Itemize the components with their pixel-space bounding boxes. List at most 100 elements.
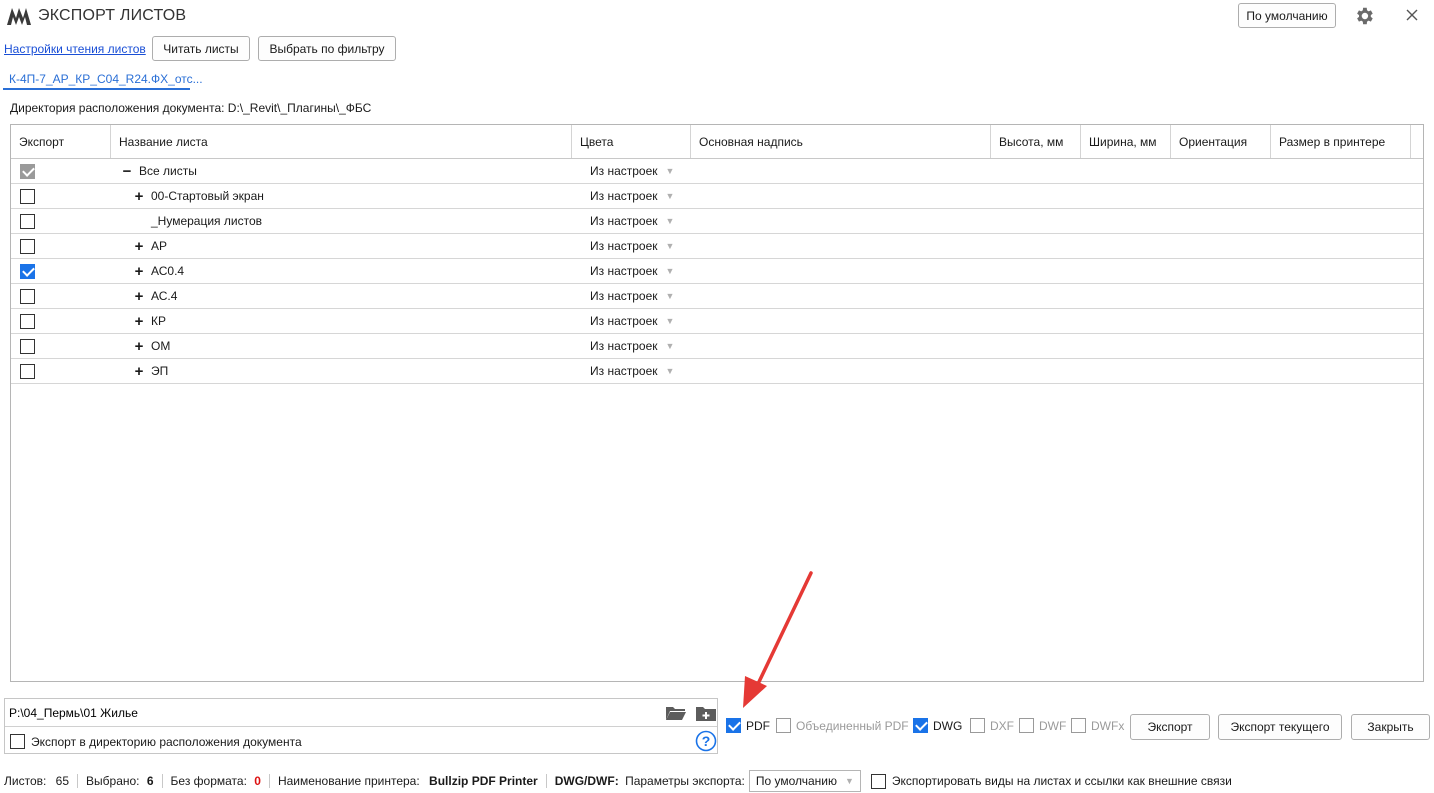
format-dxf-option[interactable]: DXF	[970, 718, 1014, 733]
row-sheet-name: ЭП	[151, 364, 169, 378]
column-header-printer-size[interactable]: Размер в принтере	[1271, 125, 1411, 158]
no-format-label: Без формата:	[170, 774, 247, 788]
app-logo-icon	[7, 8, 31, 25]
expand-icon[interactable]: +	[133, 263, 145, 280]
row-name-cell: _Нумерация листов	[133, 209, 262, 233]
table-row[interactable]: + ОМ Из настроек ▼	[11, 334, 1423, 359]
row-color-value: Из настроек	[590, 239, 658, 253]
row-color-select[interactable]: Из настроек ▼	[590, 234, 674, 258]
row-color-select[interactable]: Из настроек ▼	[590, 184, 674, 208]
export-path-input[interactable]	[7, 703, 657, 723]
default-settings-button[interactable]: По умолчанию	[1238, 3, 1336, 28]
row-export-checkbox[interactable]	[20, 263, 35, 279]
format-dwf-option[interactable]: DWF	[1019, 718, 1066, 733]
format-merged-pdf-label: Объединенный PDF	[796, 718, 909, 733]
expand-icon[interactable]: +	[133, 238, 145, 255]
folder-open-icon[interactable]	[665, 705, 687, 721]
external-links-option[interactable]: Экспортировать виды на листах и ссылки к…	[870, 773, 1232, 789]
column-header-height[interactable]: Высота, мм	[991, 125, 1081, 158]
table-row[interactable]: +00-Стартовый экран Из настроек ▼	[11, 184, 1423, 209]
row-color-select[interactable]: Из настроек ▼	[590, 209, 674, 233]
export-current-button[interactable]: Экспорт текущего	[1218, 714, 1342, 740]
expand-icon[interactable]: +	[133, 363, 145, 380]
format-dwg-label: DWG	[933, 718, 963, 733]
format-dwg-option[interactable]: DWG	[913, 718, 962, 733]
external-links-label: Экспортировать виды на листах и ссылки к…	[891, 774, 1232, 788]
row-color-value: Из настроек	[590, 314, 658, 328]
read-sheets-button[interactable]: Читать листы	[152, 36, 250, 61]
row-export-checkbox[interactable]	[20, 313, 35, 329]
sheets-count-label: Листов:	[4, 774, 47, 788]
row-export-checkbox[interactable]	[20, 213, 35, 229]
row-export-checkbox[interactable]	[20, 238, 35, 254]
column-header-orientation[interactable]: Ориентация	[1171, 125, 1271, 158]
row-export-cell	[20, 234, 35, 258]
row-color-select[interactable]: Из настроек ▼	[590, 159, 674, 183]
format-dxf-checkbox[interactable]	[970, 718, 985, 733]
row-color-select[interactable]: Из настроек ▼	[590, 359, 674, 383]
folder-add-icon[interactable]	[695, 704, 717, 722]
format-dwfx-option[interactable]: DWFx	[1071, 718, 1124, 733]
table-row[interactable]: − Все листы Из настроек ▼	[11, 159, 1423, 184]
row-color-select[interactable]: Из настроек ▼	[590, 309, 674, 333]
row-export-cell	[20, 209, 35, 233]
format-pdf-option[interactable]: PDF	[726, 718, 770, 733]
grid-header: Экспорт Название листа Цвета Основная на…	[11, 125, 1423, 159]
row-export-cell	[20, 359, 35, 383]
chevron-down-icon: ▼	[665, 241, 675, 251]
row-export-checkbox[interactable]	[20, 363, 35, 379]
column-header-width[interactable]: Ширина, мм	[1081, 125, 1171, 158]
row-export-checkbox[interactable]	[20, 163, 35, 179]
chevron-down-icon: ▼	[665, 191, 675, 201]
tab-document[interactable]: К-4П-7_АР_КР_С04_R24.ФХ_отс...	[3, 68, 203, 90]
row-color-value: Из настроек	[590, 164, 658, 178]
row-export-checkbox[interactable]	[20, 188, 35, 204]
format-merged-pdf-option[interactable]: Объединенный PDF	[776, 718, 909, 733]
row-sheet-name: ОМ	[151, 339, 171, 353]
read-settings-link[interactable]: Настройки чтения листов	[4, 42, 146, 56]
table-row[interactable]: _Нумерация листов Из настроек ▼	[11, 209, 1423, 234]
row-color-select[interactable]: Из настроек ▼	[590, 259, 674, 283]
column-header-sheet-name[interactable]: Название листа	[111, 125, 572, 158]
table-row[interactable]: + КР Из настроек ▼	[11, 309, 1423, 334]
column-header-colors[interactable]: Цвета	[572, 125, 691, 158]
expand-icon[interactable]: +	[133, 288, 145, 305]
dwg-dwf-label: DWG/DWF:	[554, 774, 619, 788]
format-dwfx-checkbox[interactable]	[1071, 718, 1086, 733]
expand-icon[interactable]: +	[133, 188, 145, 205]
export-params-select[interactable]: По умолчанию ▼	[748, 770, 861, 792]
collapse-icon[interactable]: −	[121, 163, 133, 180]
format-pdf-checkbox[interactable]	[726, 718, 741, 733]
table-row[interactable]: + ЭП Из настроек ▼	[11, 359, 1423, 384]
format-dwg-checkbox[interactable]	[913, 718, 928, 733]
row-color-value: Из настроек	[590, 264, 658, 278]
export-path-row	[5, 699, 717, 727]
column-header-export[interactable]: Экспорт	[11, 125, 111, 158]
close-button[interactable]: Закрыть	[1351, 714, 1430, 740]
column-header-title-block[interactable]: Основная надпись	[691, 125, 991, 158]
chevron-down-icon: ▼	[665, 266, 675, 276]
table-row[interactable]: + АР Из настроек ▼	[11, 234, 1423, 259]
export-button[interactable]: Экспорт	[1130, 714, 1210, 740]
row-export-cell	[20, 159, 35, 183]
export-path-panel: Экспорт в директорию расположения докуме…	[4, 698, 718, 754]
row-color-select[interactable]: Из настроек ▼	[590, 284, 674, 308]
export-to-doc-dir-checkbox[interactable]	[10, 734, 25, 749]
gear-icon[interactable]	[1353, 5, 1375, 27]
format-dwf-checkbox[interactable]	[1019, 718, 1034, 733]
export-to-doc-dir-option[interactable]: Экспорт в директорию расположения докуме…	[10, 734, 302, 749]
table-row[interactable]: + АС0.4 Из настроек ▼	[11, 259, 1423, 284]
row-export-checkbox[interactable]	[20, 338, 35, 354]
row-sheet-name: АР	[151, 239, 168, 253]
select-by-filter-button[interactable]: Выбрать по фильтру	[258, 36, 396, 61]
external-links-checkbox[interactable]	[870, 773, 886, 789]
close-icon[interactable]	[1403, 6, 1421, 24]
table-row[interactable]: + АС.4 Из настроек ▼	[11, 284, 1423, 309]
help-icon[interactable]: ?	[695, 730, 717, 752]
row-export-checkbox[interactable]	[20, 288, 35, 304]
expand-icon[interactable]: +	[133, 313, 145, 330]
expand-icon[interactable]: +	[133, 338, 145, 355]
format-merged-pdf-checkbox[interactable]	[776, 718, 791, 733]
row-color-select[interactable]: Из настроек ▼	[590, 334, 674, 358]
row-sheet-name: _Нумерация листов	[151, 214, 262, 228]
